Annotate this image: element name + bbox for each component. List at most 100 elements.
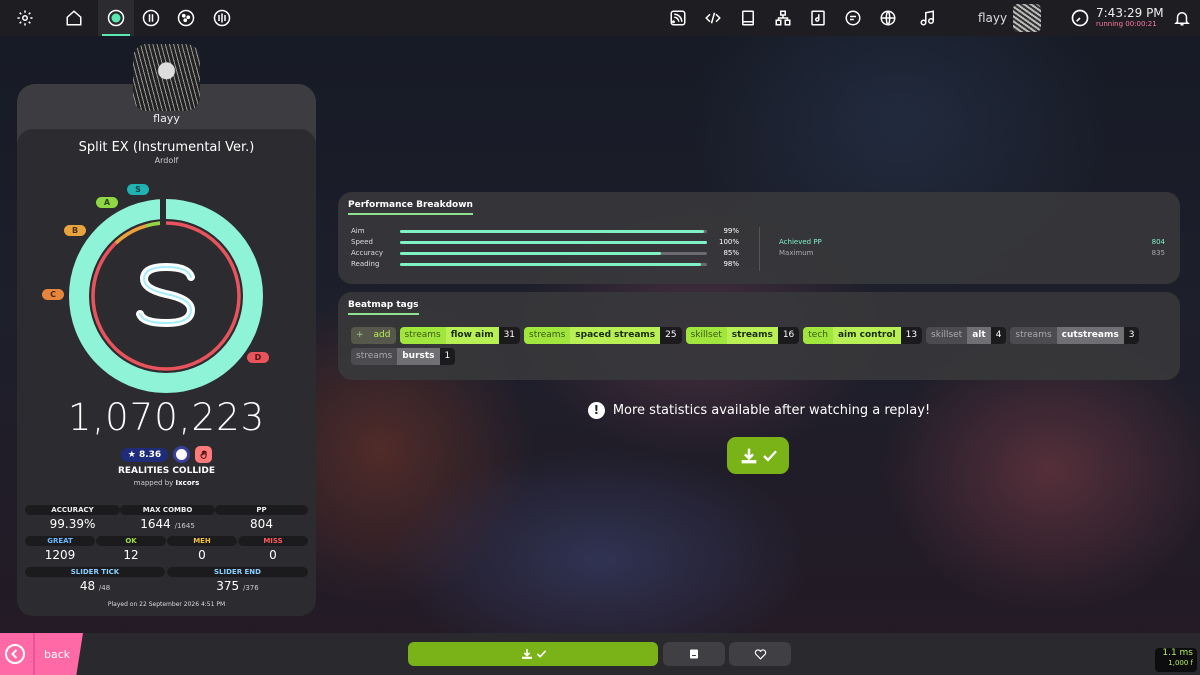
performance-breakdown-card: Performance Breakdown Aim 99% Speed 100%… [338,192,1180,284]
back-button[interactable]: back [0,633,83,675]
news-icon[interactable] [660,0,696,36]
download-icon [521,649,532,659]
tag-category: streams [524,327,571,344]
perf-percent: 99% [723,227,739,235]
tag-count: 3 [1123,327,1140,344]
bottom-download-button[interactable] [408,642,658,666]
tag-name: bursts [397,348,440,365]
ruleset-taiko-icon[interactable] [133,0,169,36]
beatmap-tags-card: Beatmap tags + add streams flow aim 31 stre… [338,292,1180,380]
mod-hand-icon[interactable] [195,446,213,463]
perf-row-aim: Aim 99% [351,227,739,238]
maximum-pp-label: Maximum [779,249,814,257]
mapped-by-label: mapped by [133,479,174,487]
star-rating-badge[interactable]: ★ 8.36 [120,447,169,462]
rankings-icon[interactable] [765,0,801,36]
perf-bar-track [400,241,707,244]
back-arrow-icon [5,644,25,664]
tag-count: 13 [900,327,923,344]
add-tag-label: add [373,330,391,340]
download-replay-button[interactable] [727,437,789,474]
mapper-name[interactable]: Ixcors [176,479,200,487]
perf-bar-track [400,252,707,255]
tag-count: 31 [498,327,521,344]
tag-count: 4 [990,327,1007,344]
stat-value: 804 [250,517,273,531]
add-tag-button[interactable]: + add [351,327,396,344]
perf-bar-fill [400,252,661,255]
tag-chip[interactable]: skillset alt 4 [926,327,1007,344]
download-icon [741,448,756,463]
add-plus-icon: + [356,330,364,340]
perf-label: Accuracy [351,249,383,257]
user-menu[interactable]: flayy [978,0,1042,36]
chat-icon[interactable] [835,0,871,36]
player-name[interactable]: flayy [0,112,333,125]
tag-chip[interactable]: streams bursts 1 [351,348,456,365]
globe-icon[interactable] [870,0,906,36]
toolbar-avatar [1013,4,1042,32]
ruleset-osu-icon[interactable] [98,0,134,36]
tag-count: 16 [777,327,800,344]
ruleset-catch-icon[interactable] [168,0,204,36]
top-toolbar: flayy 7:43:29 PM running 00:00:21 [0,0,1200,36]
beatmap-listing-icon[interactable] [800,0,836,36]
achieved-pp-label: Achieved PP [779,238,822,246]
home-icon[interactable] [56,0,92,36]
tag-name: cutstreams [1056,327,1124,344]
tag-chip[interactable]: tech aim control 13 [803,327,923,344]
settings-gear-icon[interactable] [7,0,43,36]
stat-label: PP [215,505,308,515]
code-icon[interactable] [695,0,731,36]
perf-bar-track [400,230,707,233]
ruleset-mania-icon[interactable] [204,0,240,36]
perf-row-reading: Reading 98% [351,260,739,271]
tag-count: 1 [439,348,456,365]
clock-running: running 00:00:21 [1096,20,1157,28]
total-score: 1,070,223 [67,396,266,439]
perf-row-speed: Speed 100% [351,238,739,249]
bottom-details-button[interactable] [663,642,725,666]
stat-accuracy: ACCURACY 99.39% [25,505,120,531]
tag-name: flow aim [445,327,499,344]
notifications-bell-icon[interactable] [1164,0,1200,36]
tag-name: aim control [832,327,901,344]
clock-icon [1071,9,1089,27]
stat-value: 0 [269,548,277,562]
back-label: back [44,648,71,661]
song-title: Split EX (Instrumental Ver.) [78,140,255,155]
back-separator [33,633,35,675]
performance-breakdown-title: Performance Breakdown [348,200,473,215]
ruleset-badge-icon [173,446,191,463]
stat-label: OK [96,536,166,546]
toolbar-user-name: flayy [978,11,1008,25]
stat-value: 375 /376 [216,579,259,593]
bottom-favourite-button[interactable] [729,642,791,666]
perf-row-accuracy: Accuracy 85% [351,249,739,260]
tag-chip[interactable]: streams flow aim 31 [399,327,521,344]
perf-bar-fill [400,241,707,244]
player-avatar[interactable] [133,44,200,111]
fps-value: 1,000 f [1168,659,1193,667]
tag-category: skillset [926,327,968,344]
exclamation-icon: ! [587,402,605,419]
stat-slider-tick: SLIDER TICK 48 /48 [25,567,165,593]
stat-label: ACCURACY [25,505,120,515]
perf-divider [759,227,760,271]
tag-chip[interactable]: streams spaced streams 25 [524,327,682,344]
maximum-pp-value: 835 [1151,249,1165,257]
played-on-date: Played on 22 September 2026 4:51 PM [107,601,226,608]
stat-miss: MISS 0 [238,536,308,562]
tag-chip[interactable]: skillset streams 16 [685,327,800,344]
replay-notice-text: More statistics available after watching… [612,403,931,418]
perf-percent: 100% [718,238,739,246]
tag-list: + add streams flow aim 31 streams spaced str… [351,327,1171,365]
perf-percent: 98% [723,260,739,268]
ring-gap [160,195,166,235]
tag-chip[interactable]: streams cutstreams 3 [1010,327,1140,344]
stat-label: SLIDER END [167,567,308,577]
wiki-book-icon[interactable] [730,0,766,36]
music-note-icon[interactable] [910,0,946,36]
clock-display[interactable]: 7:43:29 PM running 00:00:21 [1070,0,1164,36]
tag-name: streams [726,327,778,344]
